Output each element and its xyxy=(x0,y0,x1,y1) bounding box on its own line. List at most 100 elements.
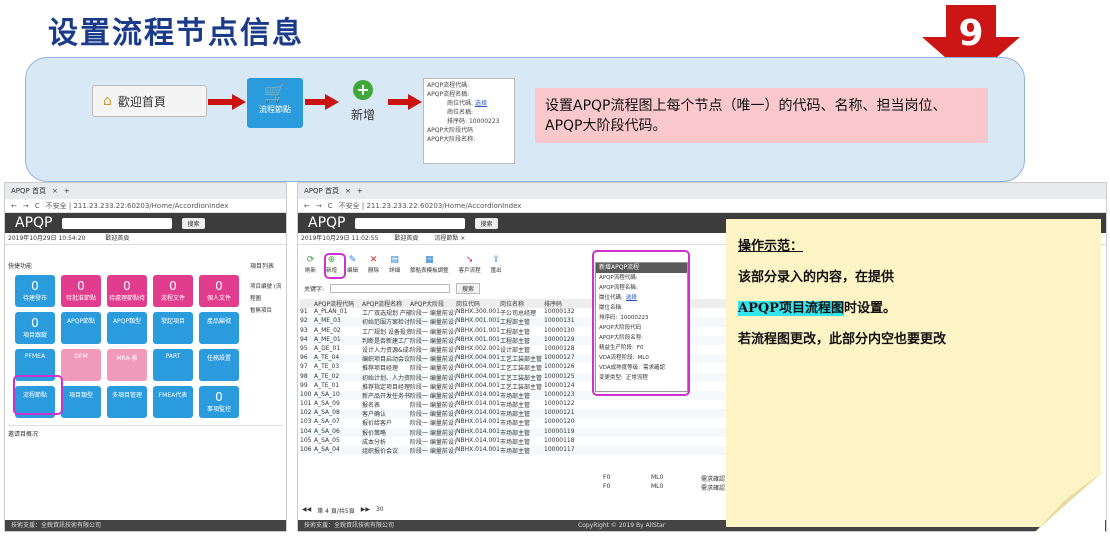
welcome-button[interactable]: ⌂ 歡迎首頁 xyxy=(92,85,207,117)
header-cell: 排序码 xyxy=(544,301,563,308)
reload-icon[interactable]: C xyxy=(328,202,333,210)
app-logo: APQP xyxy=(15,215,53,231)
table-cell: 阶段一 编量前设计 xyxy=(410,420,456,428)
tab-title[interactable]: APQP 首頁 xyxy=(304,186,339,196)
flow-node-tile[interactable]: 🛒 流程節點 xyxy=(247,78,303,128)
toolbar-button-1[interactable]: ⟳ 刷新 xyxy=(302,255,319,277)
tile-2[interactable]: 0 待批准節點 xyxy=(61,275,101,307)
table-row[interactable]: 106 A_SA_04 组织报价会议 阶段一 编量前设计 NBHX.014.001 市场部… xyxy=(300,446,745,456)
address-bar[interactable]: ← → C 不安全 | 211.23.233.22:60203/Home/Acc… xyxy=(5,199,286,213)
table-cell: 10000127 xyxy=(544,354,575,362)
tile-icon: 0 xyxy=(77,279,85,293)
table-cell: 设计入力资源&成本 xyxy=(362,346,410,354)
reload-icon[interactable]: C xyxy=(35,202,40,210)
form-label: 排序码: xyxy=(447,118,468,125)
home-tab[interactable]: 歡迎首頁 xyxy=(105,233,129,244)
note-highlight: APQP项目流程图 xyxy=(738,301,844,316)
table-row[interactable]: 105 A_SA_05 成本分析 阶段一 编量前设计 NBHX.014.001 市场部主管… xyxy=(300,437,745,446)
toolbar-label: 詳細 xyxy=(389,268,401,274)
tile-12[interactable]: DFM xyxy=(61,349,101,381)
tile-8[interactable]: APQP類型 xyxy=(107,312,147,344)
table-cell: 95 xyxy=(300,344,308,352)
keyword-input[interactable] xyxy=(330,284,451,293)
url-text[interactable]: 不安全 | 211.23.233.22:60203/Home/Accordion… xyxy=(339,201,522,211)
new-tab-icon[interactable]: + xyxy=(64,187,70,195)
table-cell: 初始范围方案检讨 xyxy=(362,319,410,327)
add-button[interactable]: + 新增 xyxy=(338,80,388,130)
tile-13[interactable]: MRA-表 xyxy=(107,349,147,381)
table-cell: 10000126 xyxy=(544,363,575,371)
back-icon[interactable]: ← xyxy=(304,202,310,210)
tile-1[interactable]: 0 待建發布 xyxy=(15,275,55,307)
form-label: APQP流程名稱: xyxy=(427,91,470,98)
forward-icon[interactable]: → xyxy=(23,202,29,210)
first-page-icon[interactable]: ◀◀ xyxy=(302,506,311,515)
table-row[interactable]: 104 A_SA_06 报价策略 阶段一 编量前设计 NBHX.014.001 市场部主管… xyxy=(300,427,745,437)
red-arrow-3 xyxy=(388,94,422,110)
tile-10[interactable]: 產品編號 xyxy=(199,312,239,344)
close-icon[interactable]: × xyxy=(345,187,351,195)
list-item[interactable]: 项目编號 (流程圖 xyxy=(250,281,286,305)
table-row[interactable]: 101 A_SA_09 报名表 阶段一 编量前设计 NBHX.014.001 市场部主管 1… xyxy=(300,400,745,409)
new-tab-icon[interactable]: + xyxy=(357,187,363,195)
table-cell: 阶段一 编量前设计 xyxy=(410,448,456,455)
search-input[interactable] xyxy=(355,217,466,229)
search-button[interactable]: 搜索 xyxy=(182,217,205,229)
list-item[interactable]: 暫無項目 xyxy=(250,305,286,317)
tile-18[interactable]: 多項目管理 xyxy=(107,386,147,418)
tile-5[interactable]: 0 個人文件 xyxy=(199,275,239,307)
tile-17[interactable]: 項目類型 xyxy=(61,386,101,418)
home-tab[interactable]: 歡迎首頁 xyxy=(394,233,418,244)
table-cell: 阶段一 编量前设计 xyxy=(410,346,456,354)
table-cell: 工程部主管 xyxy=(500,319,531,327)
tile-14[interactable]: PART xyxy=(153,349,193,381)
tile-label: MRA-表 xyxy=(116,355,138,362)
toolbar-button-7[interactable]: ➘ 客戶流程 xyxy=(456,255,484,277)
table-cell: A_ME_02 xyxy=(314,326,341,334)
table-cell: A_ME_01 xyxy=(314,335,341,343)
table-cell: 阶段一 编量前设计 xyxy=(410,319,456,327)
project-list: 项目编號 (流程圖 暫無項目 xyxy=(250,281,286,317)
tile-19[interactable]: FMEA代表 xyxy=(153,386,193,418)
toolbar-button-5[interactable]: ▤ 詳細 xyxy=(386,255,403,277)
table-cell: NBHX.300.001 xyxy=(456,308,500,316)
close-icon[interactable]: × xyxy=(52,187,58,195)
table-cell: 工艺工装部主管 xyxy=(500,356,543,364)
tile-6[interactable]: 0 項目跟蹤 xyxy=(15,312,55,344)
tile-4[interactable]: 0 流程文件 xyxy=(153,275,193,307)
search-button-2[interactable]: 搜索 xyxy=(456,283,481,294)
search-input[interactable] xyxy=(62,217,173,229)
datetime: 2019年10月29日 11:02:55 xyxy=(301,235,379,242)
select-link[interactable]: 选择 xyxy=(475,100,487,107)
tile-20[interactable]: 0 事項監控 xyxy=(199,386,239,418)
tile-15[interactable]: 任務設置 xyxy=(199,349,239,381)
table-row[interactable]: 103 A_SA_07 报价给客户 阶段一 编量前设计 NBHX.014.001 市场部主… xyxy=(300,418,745,427)
keyword-label: 关键字: xyxy=(304,286,325,293)
tile-7[interactable]: APQP節點 xyxy=(61,312,101,344)
table-cell: NBHX.014.001 xyxy=(456,418,500,426)
toolbar-button-6[interactable]: ▦ 節點表模板調整 xyxy=(407,255,452,277)
tile-3[interactable]: 0 待處理節點待 xyxy=(107,275,147,307)
table-cell: A_TE_02 xyxy=(314,372,340,380)
toolbar-button-3[interactable]: ✎ 编辑 xyxy=(344,255,361,277)
back-icon[interactable]: ← xyxy=(11,202,17,210)
node-tab[interactable]: 流程節點 × xyxy=(434,233,465,244)
toolbar-button-4[interactable]: ✕ 删除 xyxy=(365,255,382,277)
cart-icon: 🛒 xyxy=(263,83,287,104)
address-bar[interactable]: ← → C 不安全 | 211.23.233.22:60203/Home/Acc… xyxy=(298,199,1106,213)
browser-tab-bar: APQP 首頁 × + xyxy=(298,183,1106,199)
toolbar-button-8[interactable]: ⇪ 匯出 xyxy=(488,255,505,277)
url-text[interactable]: 不安全 | 211.23.233.22:60203/Home/Accordion… xyxy=(46,201,229,211)
table-row[interactable]: 102 A_SA_08 客户确认 阶段一 编量前设计 NBHX.014.001 市场部主管… xyxy=(300,409,745,419)
page-size[interactable]: 30 xyxy=(376,506,384,515)
tile-label: 事項監控 xyxy=(206,406,231,413)
table-cell: 10000121 xyxy=(544,409,575,417)
table-cell: 106 xyxy=(300,446,312,453)
next-page-icon[interactable]: ▶▶ xyxy=(361,506,370,515)
tile-9[interactable]: 發起項目 xyxy=(153,312,193,344)
tab-title[interactable]: APQP 首頁 xyxy=(11,186,46,196)
table-cell: 阶段一 编量前设计 xyxy=(410,365,456,373)
search-button[interactable]: 搜索 xyxy=(475,217,498,229)
forward-icon[interactable]: → xyxy=(316,202,322,210)
table-cell: ML0 xyxy=(651,474,664,481)
